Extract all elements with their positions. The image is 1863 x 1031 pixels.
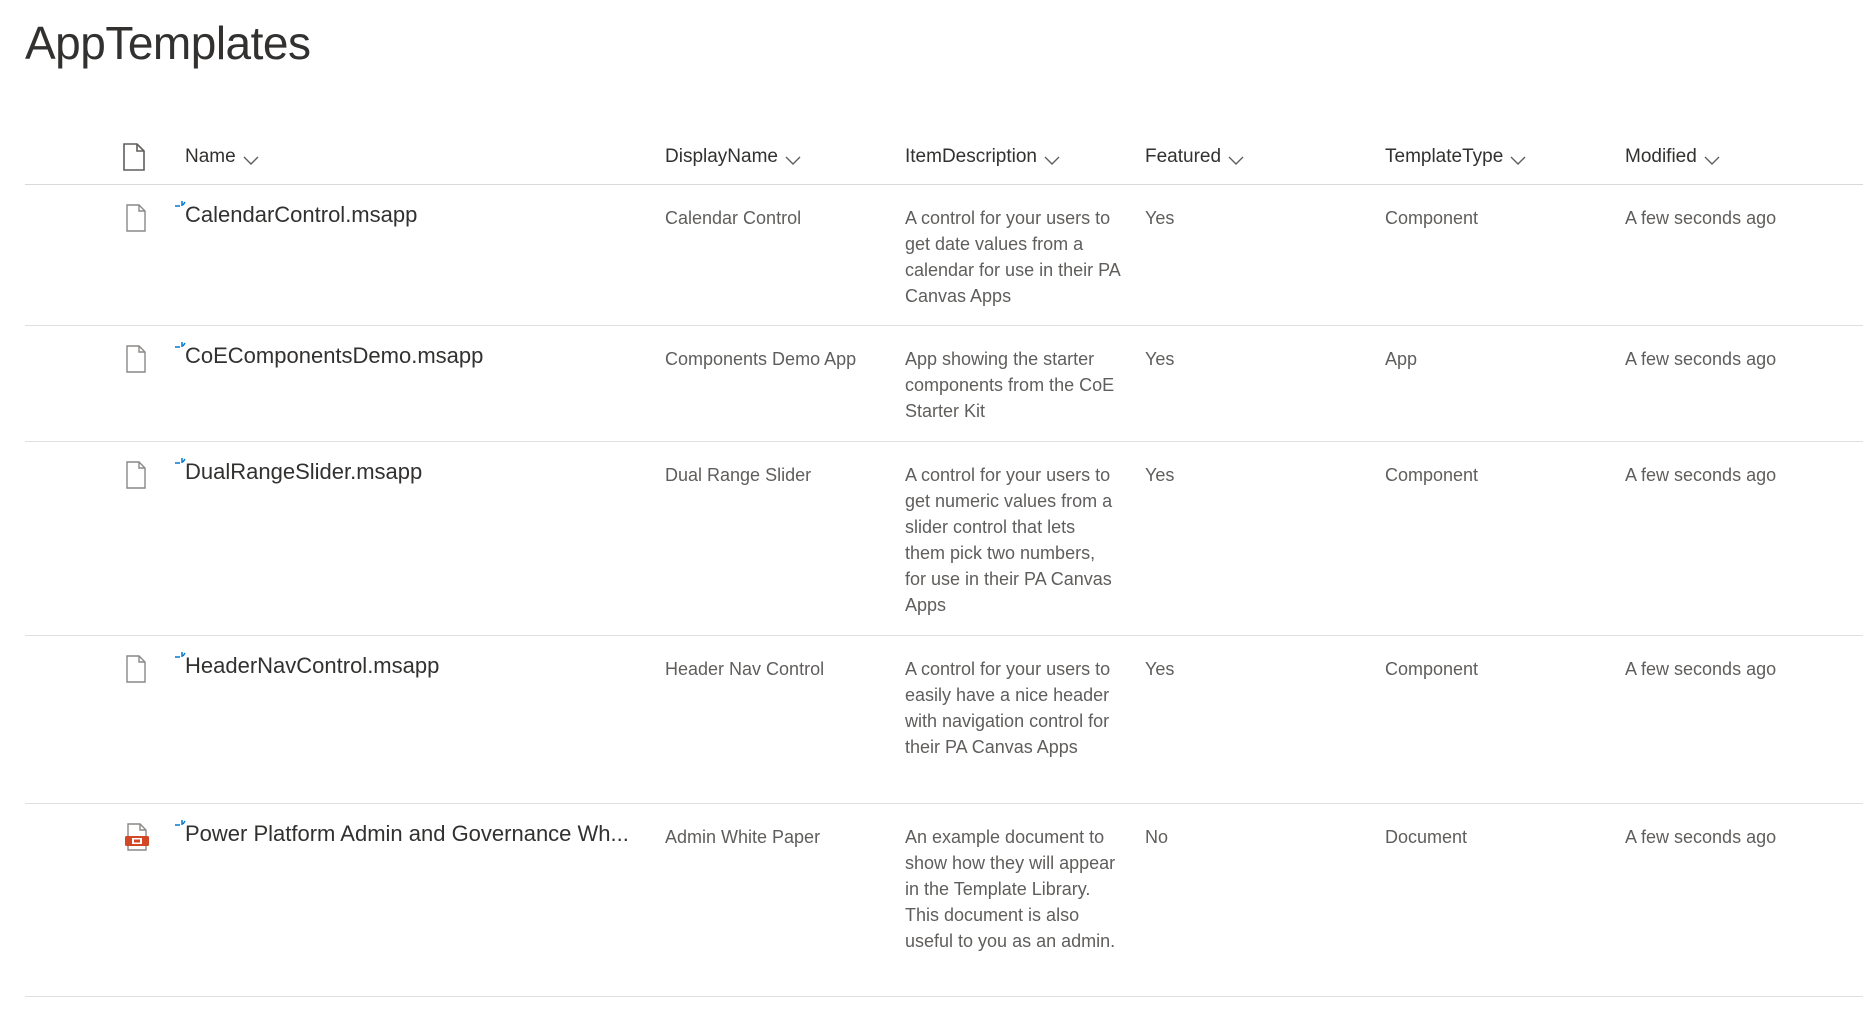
list-header: Name DisplayName ItemDescription Feature…	[25, 130, 1863, 185]
template-type-cell: Document	[1385, 827, 1468, 847]
file-type-header-icon[interactable]	[121, 142, 147, 172]
chevron-down-icon	[242, 151, 260, 165]
table-row[interactable]: CalendarControl.msapp Calendar Control A…	[25, 185, 1863, 326]
featured-cell: No	[1145, 827, 1169, 847]
chevron-down-icon	[1227, 151, 1245, 165]
featured-cell: Yes	[1145, 208, 1175, 228]
generic-file-icon	[124, 203, 148, 233]
template-type-cell: Component	[1385, 465, 1479, 485]
template-type-cell: App	[1385, 349, 1418, 369]
powerpoint-file-icon	[124, 822, 149, 852]
chevron-down-icon	[1509, 151, 1527, 165]
generic-file-icon	[124, 460, 148, 490]
column-header-templatetype-label: TemplateType	[1385, 146, 1504, 167]
column-header-featured-label: Featured	[1145, 146, 1222, 167]
item-description-cell: App showing the starter components from …	[905, 349, 1115, 421]
page-title: AppTemplates	[25, 17, 311, 69]
chevron-down-icon	[1043, 151, 1061, 165]
table-row[interactable]: HeaderNavControl.msapp Header Nav Contro…	[25, 636, 1863, 804]
featured-cell: Yes	[1145, 465, 1175, 485]
generic-file-icon	[124, 654, 148, 684]
file-name-link[interactable]: CalendarControl.msapp	[185, 202, 417, 228]
document-library-list: Name DisplayName ItemDescription Feature…	[25, 130, 1863, 997]
item-description-cell: A control for your users to easily have …	[905, 659, 1111, 757]
column-header-itemdescription-label: ItemDescription	[905, 146, 1037, 167]
modified-cell: A few seconds ago	[1625, 659, 1777, 679]
column-header-displayname-label: DisplayName	[665, 146, 778, 167]
column-header-itemdescription[interactable]: ItemDescription	[905, 146, 1061, 168]
item-description-cell: A control for your users to get numeric …	[905, 465, 1113, 615]
generic-file-icon	[124, 344, 148, 374]
template-type-cell: Component	[1385, 659, 1479, 679]
column-header-name-label: Name	[185, 146, 236, 167]
featured-cell: Yes	[1145, 349, 1175, 369]
table-row[interactable]: Power Platform Admin and Governance Wh..…	[25, 804, 1863, 997]
display-name-cell: Header Nav Control	[665, 659, 825, 679]
template-type-cell: Component	[1385, 208, 1479, 228]
file-name-link[interactable]: HeaderNavControl.msapp	[185, 653, 439, 679]
column-header-featured[interactable]: Featured	[1145, 146, 1245, 168]
display-name-cell: Components Demo App	[665, 349, 857, 369]
column-header-modified[interactable]: Modified	[1625, 146, 1721, 168]
column-header-modified-label: Modified	[1625, 146, 1697, 167]
item-description-cell: A control for your users to get date val…	[905, 208, 1120, 306]
item-description-cell: An example document to show how they wil…	[905, 827, 1116, 951]
featured-cell: Yes	[1145, 659, 1175, 679]
modified-cell: A few seconds ago	[1625, 208, 1777, 228]
table-row[interactable]: CoEComponentsDemo.msapp Components Demo …	[25, 326, 1863, 442]
file-name-link[interactable]: CoEComponentsDemo.msapp	[185, 343, 483, 369]
chevron-down-icon	[1703, 151, 1721, 165]
display-name-cell: Dual Range Slider	[665, 465, 812, 485]
file-name-link[interactable]: DualRangeSlider.msapp	[185, 459, 422, 485]
display-name-cell: Admin White Paper	[665, 827, 821, 847]
column-header-name[interactable]: Name	[185, 146, 260, 168]
chevron-down-icon	[784, 151, 802, 165]
column-header-templatetype[interactable]: TemplateType	[1385, 146, 1527, 168]
modified-cell: A few seconds ago	[1625, 349, 1777, 369]
table-row[interactable]: DualRangeSlider.msapp Dual Range Slider …	[25, 442, 1863, 636]
display-name-cell: Calendar Control	[665, 208, 802, 228]
modified-cell: A few seconds ago	[1625, 465, 1777, 485]
modified-cell: A few seconds ago	[1625, 827, 1777, 847]
file-name-link[interactable]: Power Platform Admin and Governance Wh..…	[185, 821, 629, 847]
column-header-displayname[interactable]: DisplayName	[665, 146, 802, 168]
